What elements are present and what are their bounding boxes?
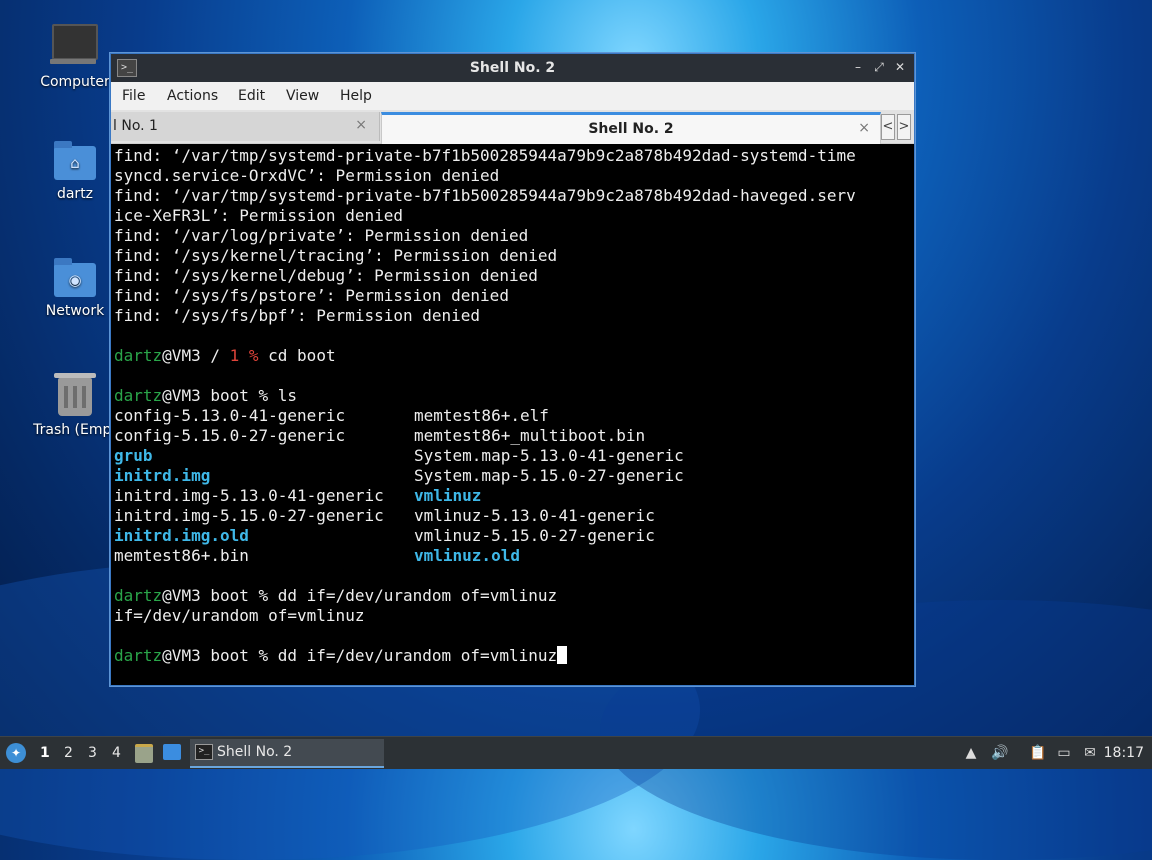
terminal-line: if=/dev/urandom of=vmlinuz bbox=[114, 606, 365, 625]
ls-row: grub System.map-5.13.0-41-generic bbox=[114, 446, 912, 466]
terminal-line: ice-XeFR3L’: Permission denied bbox=[114, 206, 403, 225]
ls-entry: memtest86+.elf bbox=[414, 406, 549, 425]
ls-entry: System.map-5.13.0-41-generic bbox=[414, 446, 684, 465]
clock[interactable]: 18:17 bbox=[1104, 745, 1144, 761]
terminal-line: find: ‘/sys/kernel/tracing’: Permission … bbox=[114, 246, 558, 265]
start-menu-icon[interactable]: ✦ bbox=[6, 743, 26, 763]
ls-entry: config-5.13.0-41-generic bbox=[114, 406, 346, 425]
tray-expand-icon[interactable]: ▲ bbox=[962, 744, 980, 762]
ls-entry: memtest86+.bin bbox=[114, 546, 249, 565]
ls-row: initrd.img.old vmlinuz-5.15.0-27-generic bbox=[114, 526, 912, 546]
tab-bar: l No. 1 × Shell No. 2 × < > bbox=[111, 110, 914, 144]
prompt-command: @VM3 boot % ls bbox=[162, 386, 298, 405]
workspace-1[interactable]: 1 bbox=[40, 745, 50, 761]
minimize-button[interactable]: – bbox=[850, 59, 866, 75]
tab-shell-1[interactable]: l No. 1 × bbox=[111, 112, 380, 141]
menu-edit[interactable]: Edit bbox=[238, 88, 265, 104]
tab-close-icon[interactable]: × bbox=[355, 117, 367, 133]
prompt-line: dartz@VM3 boot % dd if=/dev/urandom of=v… bbox=[114, 586, 912, 606]
ls-entry-link: vmlinuz.old bbox=[414, 546, 520, 565]
menu-bar: File Actions Edit View Help bbox=[111, 82, 914, 110]
ls-entry-link: initrd.img.old bbox=[114, 526, 249, 545]
ls-entry: config-5.15.0-27-generic bbox=[114, 426, 346, 445]
terminal-line: find: ‘/sys/fs/bpf’: Permission denied bbox=[114, 306, 481, 325]
prompt-host-path: @VM3 / bbox=[162, 346, 230, 365]
ls-entry: initrd.img-5.13.0-41-generic bbox=[114, 486, 384, 505]
prompt-command: @VM3 boot % dd if=/dev/urandom of=vmlinu… bbox=[162, 586, 558, 605]
workspace-3[interactable]: 3 bbox=[88, 745, 97, 761]
menu-view[interactable]: View bbox=[286, 88, 319, 104]
show-desktop-icon[interactable] bbox=[163, 744, 181, 760]
trash-icon bbox=[54, 373, 96, 416]
home-folder-icon: ⌂ bbox=[54, 141, 96, 180]
taskbar-task-shell[interactable]: >_ Shell No. 2 bbox=[190, 739, 384, 768]
maximize-button[interactable]: ⤢ bbox=[871, 59, 887, 75]
ls-entry: System.map-5.15.0-27-generic bbox=[414, 466, 684, 485]
text-cursor bbox=[557, 646, 568, 664]
close-button[interactable]: ✕ bbox=[892, 59, 908, 75]
prompt-user: dartz bbox=[114, 386, 163, 405]
ls-entry: vmlinuz-5.13.0-41-generic bbox=[414, 506, 655, 525]
tab-label: l No. 1 bbox=[113, 118, 158, 134]
ls-entry-dir: grub bbox=[114, 446, 153, 465]
ls-row: initrd.img-5.15.0-27-generic vmlinuz-5.13… bbox=[114, 506, 912, 526]
prompt-user: dartz bbox=[114, 586, 163, 605]
workspace-4[interactable]: 4 bbox=[112, 745, 121, 761]
file-manager-launcher-icon[interactable] bbox=[135, 744, 153, 763]
menu-actions[interactable]: Actions bbox=[167, 88, 218, 104]
prompt-command: @VM3 boot % dd if=/dev/urandom of=vmlinu… bbox=[162, 646, 558, 665]
prompt-exit-code: 1 % bbox=[229, 346, 259, 365]
workspace-2[interactable]: 2 bbox=[64, 745, 73, 761]
ls-entry-link: initrd.img bbox=[114, 466, 211, 485]
prompt-command: cd boot bbox=[258, 346, 336, 365]
window-titlebar[interactable]: >_ Shell No. 2 – ⤢ ✕ bbox=[111, 54, 914, 82]
tab-scroll-left-button[interactable]: < bbox=[881, 114, 895, 140]
tab-close-icon[interactable]: × bbox=[858, 120, 870, 136]
prompt-line: dartz@VM3 / 1 % cd boot bbox=[114, 346, 912, 366]
terminal-line: find: ‘/var/tmp/systemd-private-b7f1b500… bbox=[114, 146, 856, 165]
prompt-user: dartz bbox=[114, 346, 163, 365]
ls-entry: initrd.img-5.15.0-27-generic bbox=[114, 506, 384, 525]
volume-icon[interactable]: 🔊 bbox=[991, 744, 1009, 762]
computer-icon bbox=[50, 24, 98, 64]
network-icon[interactable]: ▭ bbox=[1055, 744, 1073, 762]
terminal-line: find: ‘/var/log/private’: Permission den… bbox=[114, 226, 529, 245]
tab-shell-2[interactable]: Shell No. 2 × bbox=[381, 112, 881, 144]
ls-row: initrd.img-5.13.0-41-generic vmlinuz bbox=[114, 486, 912, 506]
menu-help[interactable]: Help bbox=[340, 88, 372, 104]
ls-entry-link: vmlinuz bbox=[414, 486, 482, 505]
ls-row: config-5.15.0-27-generic memtest86+_multi… bbox=[114, 426, 912, 446]
clipboard-icon[interactable]: 📋 bbox=[1029, 744, 1047, 762]
ls-entry: vmlinuz-5.15.0-27-generic bbox=[414, 526, 655, 545]
tab-label: Shell No. 2 bbox=[588, 121, 674, 137]
terminal-line: find: ‘/var/tmp/systemd-private-b7f1b500… bbox=[114, 186, 856, 205]
taskbar: ✦ 1 2 3 4 >_ Shell No. 2 ▲ 🔊 📋 ▭ ✉ 18:17 bbox=[0, 736, 1152, 769]
terminal-line: syncd.service-OrxdVC’: Permission denied bbox=[114, 166, 500, 185]
ls-row: memtest86+.bin vmlinuz.old bbox=[114, 546, 912, 566]
menu-file[interactable]: File bbox=[122, 88, 145, 104]
prompt-line: dartz@VM3 boot % ls bbox=[114, 386, 912, 406]
terminal-window: >_ Shell No. 2 – ⤢ ✕ File Actions Edit V… bbox=[110, 53, 915, 686]
window-title: Shell No. 2 bbox=[469, 60, 556, 76]
ls-entry: memtest86+_multiboot.bin bbox=[414, 426, 646, 445]
terminal-line: find: ‘/sys/fs/pstore’: Permission denie… bbox=[114, 286, 509, 305]
ls-row: initrd.img System.map-5.15.0-27-generic bbox=[114, 466, 912, 486]
notification-icon[interactable]: ✉ bbox=[1081, 744, 1099, 762]
terminal-output[interactable]: find: ‘/var/tmp/systemd-private-b7f1b500… bbox=[114, 146, 912, 682]
ls-row: config-5.13.0-41-generic memtest86+.elf bbox=[114, 406, 912, 426]
prompt-user: dartz bbox=[114, 646, 163, 665]
prompt-line-current: dartz@VM3 boot % dd if=/dev/urandom of=v… bbox=[114, 646, 912, 666]
terminal-line: find: ‘/sys/kernel/debug’: Permission de… bbox=[114, 266, 538, 285]
tab-scroll-right-button[interactable]: > bbox=[897, 114, 911, 140]
network-folder-icon: ◉ bbox=[54, 258, 96, 297]
task-label: Shell No. 2 bbox=[217, 744, 293, 760]
terminal-task-icon: >_ bbox=[195, 744, 213, 760]
